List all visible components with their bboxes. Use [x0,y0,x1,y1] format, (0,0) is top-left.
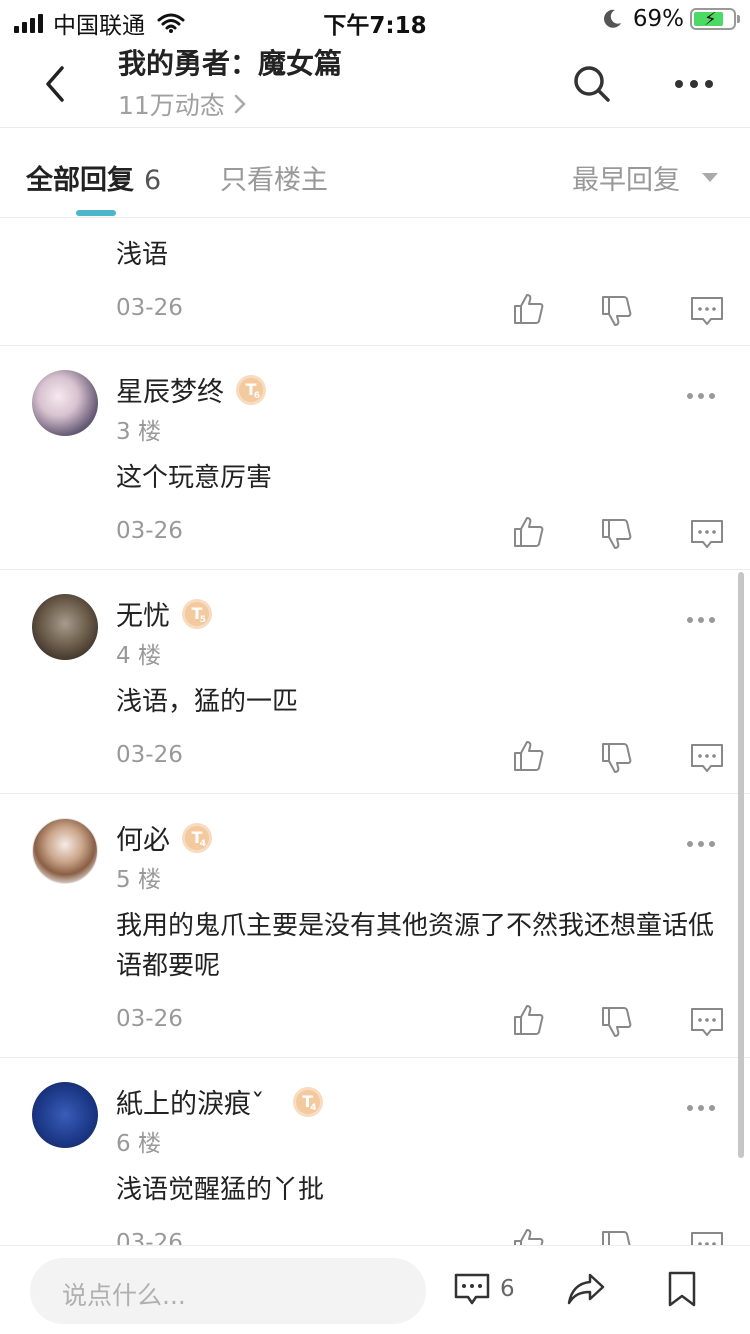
floor-number: 3 楼 [116,419,161,445]
scrollbar[interactable] [738,572,744,1158]
chevron-right-icon [234,94,246,114]
sort-label: 最早回复 [572,165,680,196]
reply-item: 何必 T4 5 楼 我用的鬼爪主要是没有其他资源了不然我还想童话低语都要呢 03… [0,794,750,1058]
dislike-icon[interactable] [600,741,634,775]
user-name[interactable]: 无忧 [116,594,170,633]
reply-list[interactable]: 浅语 03-26 星辰梦终 T6 3 楼 这个玩意厉害 03-26 无忧 T5 … [0,219,750,1245]
back-icon[interactable] [38,62,74,106]
reply-tabs: 全部回复 6 只看楼主 最早回复 [0,128,750,218]
active-tab-indicator [76,210,116,216]
post-more-icon[interactable] [686,616,716,624]
avatar[interactable] [32,370,98,436]
reply-date: 03-26 [116,1230,183,1245]
reply-content: 浅语，猛的一匹 [116,687,299,717]
reply-icon[interactable] [690,1229,724,1245]
sort-dropdown[interactable]: 最早回复 [572,158,718,197]
dislike-icon[interactable] [600,294,634,328]
reply-item: 星辰梦终 T6 3 楼 这个玩意厉害 03-26 [0,346,750,570]
status-bar: 中国联通 下午7:18 69% ⚡ [0,0,750,40]
post-more-icon[interactable] [686,840,716,848]
level-badge: T6 [236,374,266,405]
like-icon[interactable] [512,739,546,773]
like-icon[interactable] [512,1003,546,1037]
dislike-icon[interactable] [600,1005,634,1039]
tab-host-only[interactable]: 只看楼主 [220,158,328,197]
forum-activity-count: 11万动态 [118,91,225,120]
reply-content: 这个玩意厉害 [116,463,273,493]
user-name[interactable]: 紙上的淚痕ˇ [116,1082,265,1121]
reply-icon[interactable] [690,1005,724,1039]
caret-down-icon [702,173,718,182]
dislike-icon[interactable] [600,1229,634,1245]
reply-content: 我用的鬼爪主要是没有其他资源了不然我还想童话低语都要呢 [116,911,715,981]
user-name-row: 无忧 T5 [116,594,212,633]
reply-content: 浅语觉醒猛的丫批 [116,1175,325,1205]
like-icon[interactable] [512,292,546,326]
reply-date: 03-26 [116,1006,183,1032]
comment-count: 6 [500,1276,515,1302]
page-title: 我的勇者：魔女篇 [118,47,343,80]
level-badge: T4 [182,822,212,853]
post-more-icon[interactable] [686,392,716,400]
tab-all-replies[interactable]: 全部回复 6 [26,158,161,197]
search-icon[interactable] [572,64,612,104]
reply-date: 03-26 [116,742,183,768]
level-badge: T4 [292,1086,323,1117]
forum-link[interactable]: 11万动态 [118,86,247,122]
reply-icon[interactable] [690,294,724,328]
tab-all-label: 全部回复 [26,165,134,196]
comment-input-placeholder: 说点什么... [62,1281,186,1310]
moon-icon [603,9,621,28]
user-name[interactable]: 星辰梦终 [116,370,224,409]
level-badge: T5 [182,598,212,629]
floor-number: 5 楼 [116,867,161,893]
nav-header: 我的勇者：魔女篇 11万动态 [0,40,750,128]
tab-all-count: 6 [144,165,162,196]
status-right: 69% ⚡ [601,6,740,32]
bottom-bar: 说点什么... 6 [0,1245,750,1334]
user-name-row: 何必 T4 [116,818,212,857]
reply-item: 浅语 03-26 [0,219,750,346]
floor-number: 6 楼 [116,1131,161,1157]
reply-icon[interactable] [690,517,724,551]
reply-content: 浅语 [116,240,169,270]
bookmark-icon[interactable] [666,1270,698,1308]
floor-number: 4 楼 [116,643,161,669]
comment-icon[interactable] [454,1272,490,1306]
user-name-row: 星辰梦终 T6 [116,370,266,409]
like-icon[interactable] [512,1227,546,1245]
battery-percent: 69% [632,6,684,32]
post-more-icon[interactable] [686,1104,716,1112]
user-name-row: 紙上的淚痕ˇ T4 [116,1082,323,1121]
more-icon[interactable] [674,72,714,96]
share-icon[interactable] [566,1272,606,1306]
avatar[interactable] [32,594,98,660]
avatar[interactable] [32,818,98,884]
battery-icon: ⚡ [690,8,740,30]
dislike-icon[interactable] [600,517,634,551]
reply-item: 无忧 T5 4 楼 浅语，猛的一匹 03-26 [0,570,750,794]
reply-date: 03-26 [116,295,183,321]
reply-item: 紙上的淚痕ˇ T4 6 楼 浅语觉醒猛的丫批 03-26 [0,1058,750,1245]
comment-input[interactable]: 说点什么... [30,1258,426,1324]
like-icon[interactable] [512,515,546,549]
user-name[interactable]: 何必 [116,818,170,857]
reply-icon[interactable] [690,741,724,775]
reply-date: 03-26 [116,518,183,544]
avatar[interactable] [32,1082,98,1148]
